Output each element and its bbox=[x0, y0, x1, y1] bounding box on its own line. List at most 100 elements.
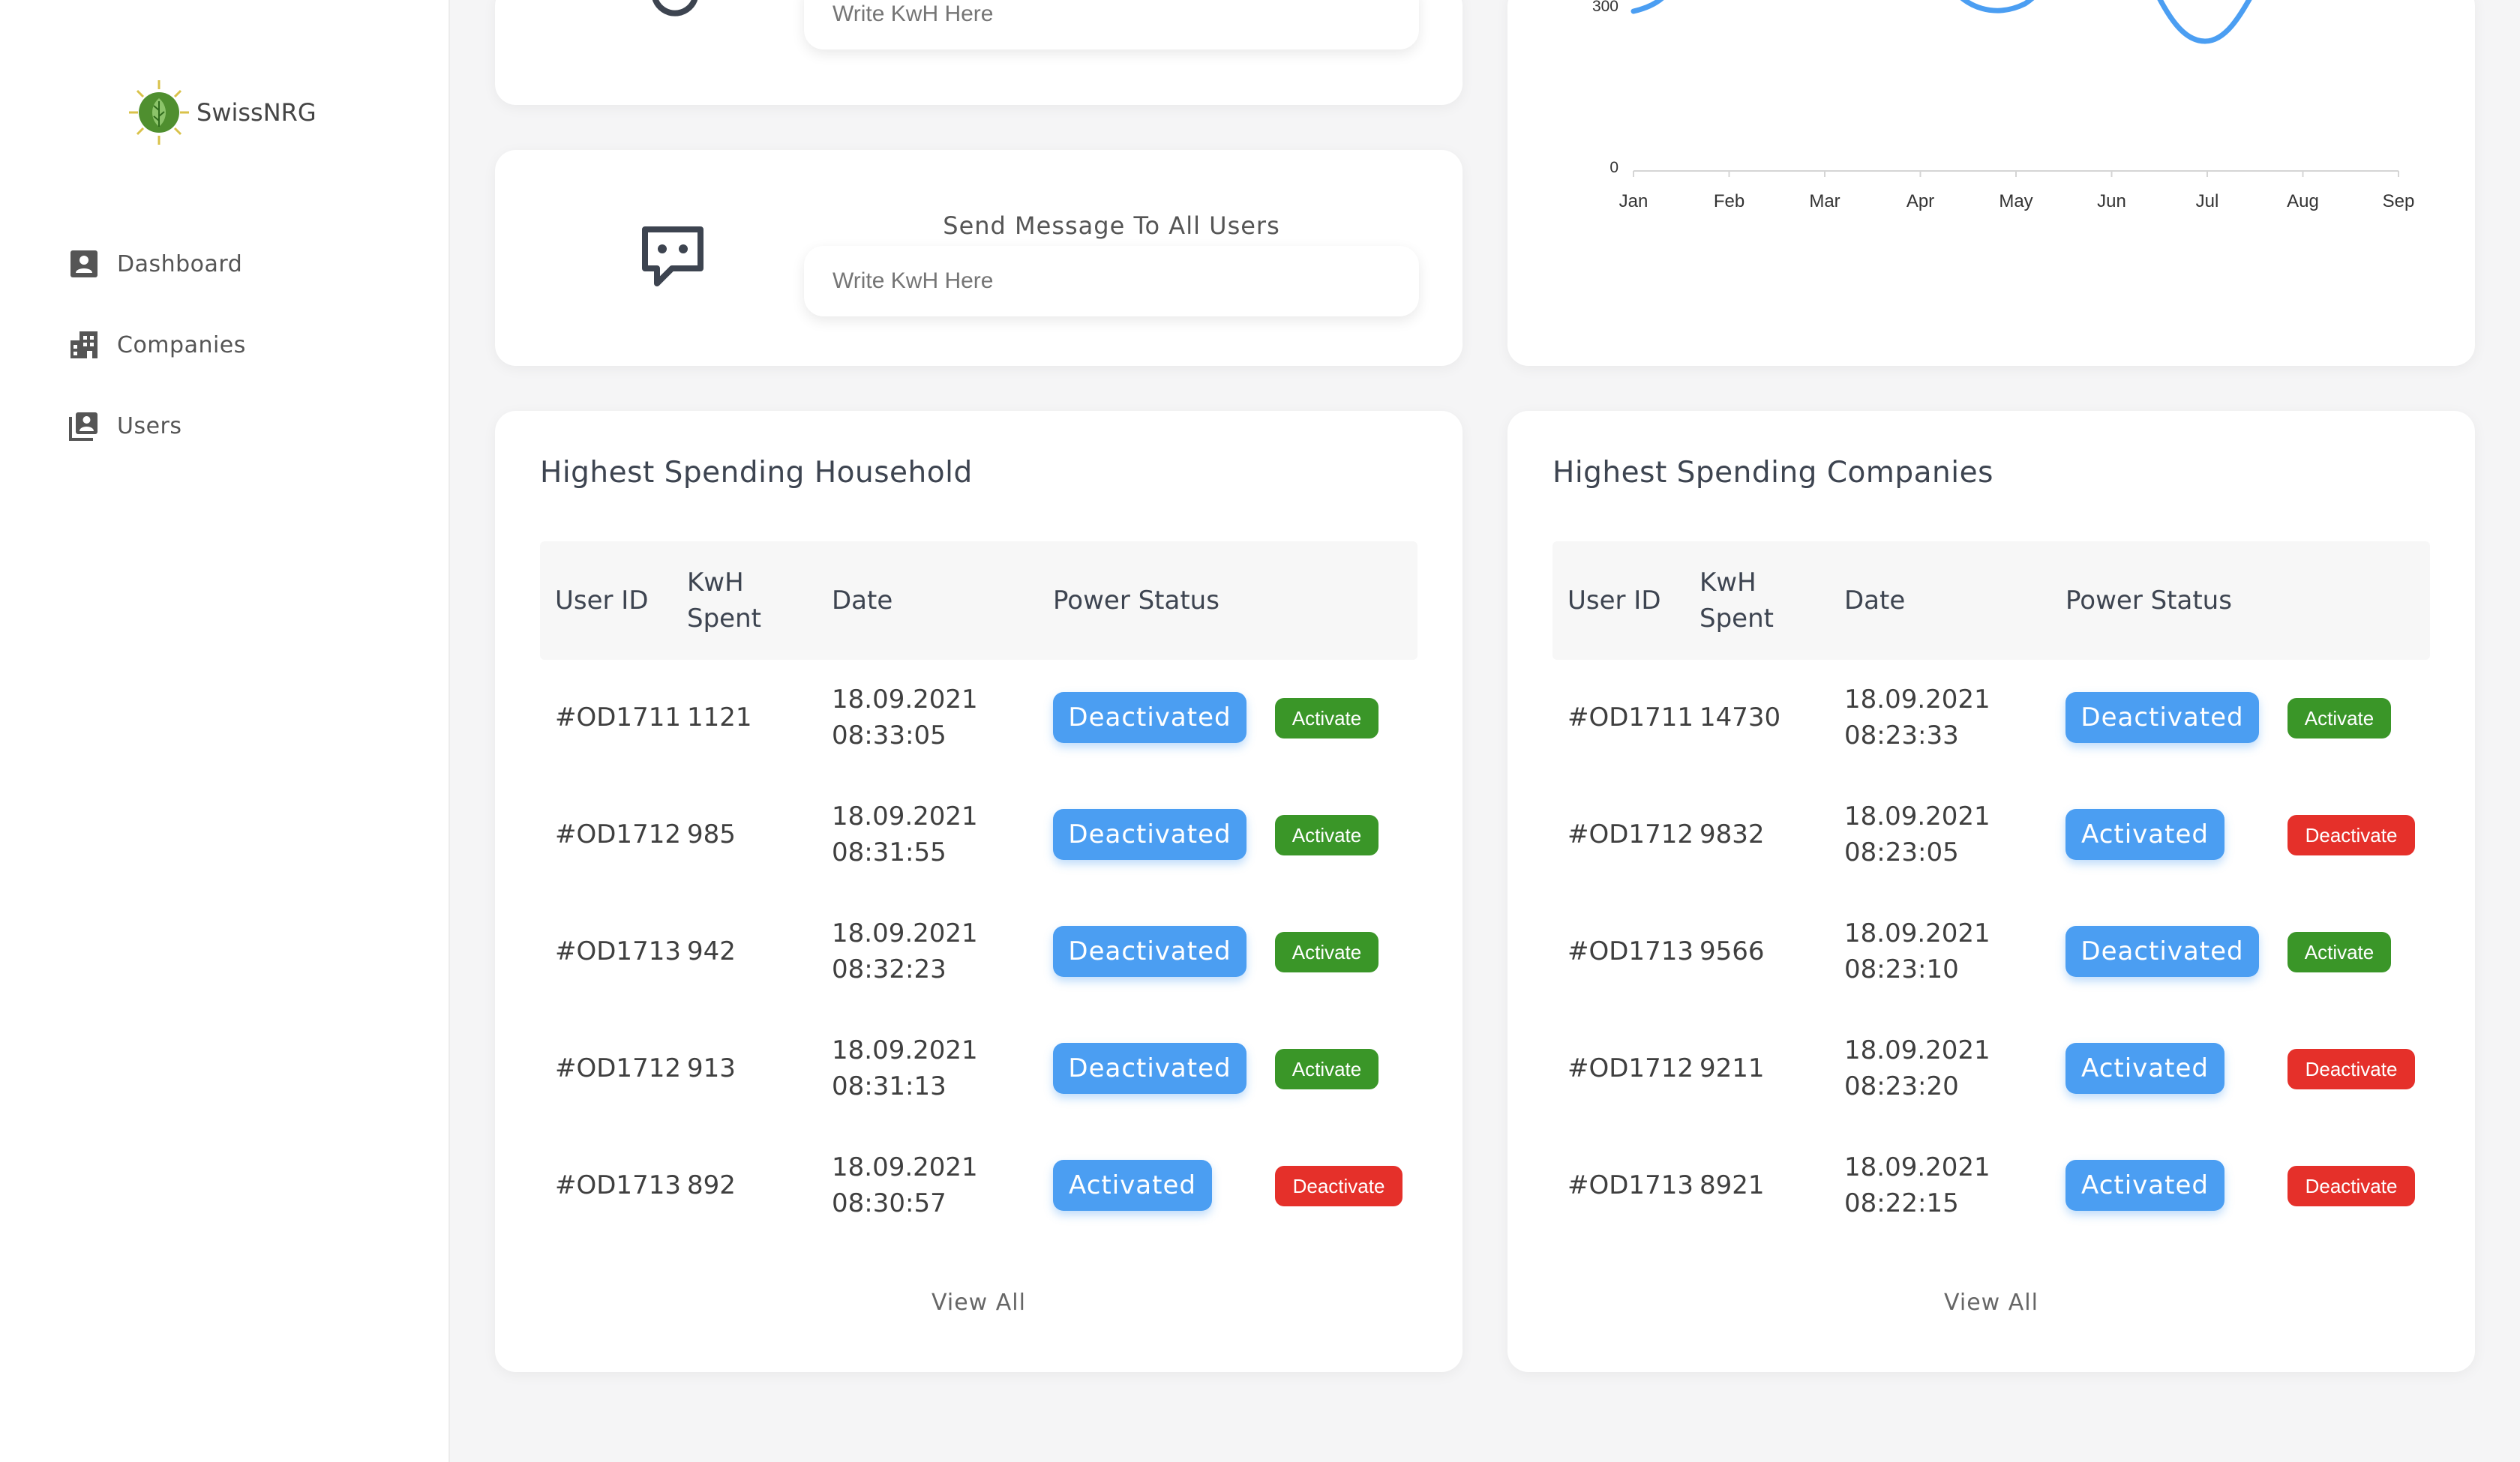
send-message-title: Send Message To All Users bbox=[943, 211, 1280, 240]
companies-view-all-link[interactable]: View All bbox=[1508, 1290, 2475, 1316]
cell-date: 18.09.2021 bbox=[1844, 1152, 1990, 1182]
x-tick-label: Feb bbox=[1714, 191, 1744, 211]
table-row: #OD1712 985 18.09.2021 08:31:55 Deactivated A… bbox=[540, 776, 1418, 893]
cell-time: 08:33:05 bbox=[832, 721, 946, 750]
cell-user-id: #OD1712 bbox=[1568, 819, 1694, 849]
y-tick-label: 300 bbox=[1592, 0, 1618, 15]
cell-time: 08:31:55 bbox=[832, 837, 946, 867]
household-table-title: Highest Spending Household bbox=[540, 456, 973, 490]
chat-bubble-icon bbox=[642, 226, 704, 286]
leaf-sun-icon bbox=[129, 80, 189, 145]
table-row: #OD1711 14730 18.09.2021 08:23:33 Deactivate… bbox=[1552, 659, 2430, 776]
header-kwh-spent: Spent bbox=[687, 604, 761, 634]
sidebar: SwissNRG Dashboard Companies Users bbox=[0, 0, 450, 1462]
header-kwh-spent: Spent bbox=[1700, 604, 1774, 634]
activate-button[interactable]: Activate bbox=[1275, 698, 1378, 738]
header-user-id: User ID bbox=[555, 586, 649, 616]
deactivate-button[interactable]: Deactivate bbox=[2288, 815, 2415, 855]
send-message-card: Send Message To All Users bbox=[495, 150, 1462, 366]
table-row: #OD1711 1121 18.09.2021 08:33:05 Deactivated… bbox=[540, 659, 1418, 776]
kwh-input[interactable] bbox=[804, 0, 1419, 49]
users-stack-icon bbox=[68, 409, 100, 442]
sidebar-item-companies[interactable]: Companies bbox=[68, 327, 246, 363]
activate-button[interactable]: Activate bbox=[2288, 932, 2391, 972]
brand-name: SwissNRG bbox=[196, 98, 316, 127]
cell-kwh: 9211 bbox=[1700, 1053, 1765, 1083]
building-icon bbox=[68, 328, 100, 361]
x-tick-label: Sep bbox=[2383, 191, 2415, 211]
cell-date: 18.09.2021 bbox=[832, 801, 978, 831]
cell-date: 18.09.2021 bbox=[832, 918, 978, 948]
cell-time: 08:30:57 bbox=[832, 1188, 946, 1218]
cell-kwh: 9832 bbox=[1700, 819, 1765, 849]
activate-button[interactable]: Activate bbox=[1275, 815, 1378, 855]
status-badge: Deactivated bbox=[1053, 1043, 1246, 1094]
cell-date: 18.09.2021 bbox=[1844, 1035, 1990, 1065]
sidebar-item-label: Users bbox=[117, 412, 182, 439]
cell-kwh: 9566 bbox=[1700, 936, 1765, 966]
cell-date: 18.09.2021 bbox=[832, 1152, 978, 1182]
cell-time: 08:22:15 bbox=[1844, 1188, 1959, 1218]
header-user-id: User ID bbox=[1568, 586, 1661, 616]
sidebar-item-label: Dashboard bbox=[117, 250, 243, 277]
x-tick-label: Aug bbox=[2287, 191, 2319, 211]
header-power-status: Power Status bbox=[1053, 586, 1220, 616]
x-tick-label: Jan bbox=[1619, 191, 1648, 211]
table-row: #OD1712 9832 18.09.2021 08:23:05 Activated De… bbox=[1552, 776, 2430, 893]
header-date: Date bbox=[1844, 586, 1906, 616]
header-kwh: KwH bbox=[1700, 568, 1756, 598]
sidebar-item-dashboard[interactable]: Dashboard bbox=[68, 246, 246, 282]
household-view-all-link[interactable]: View All bbox=[495, 1290, 1462, 1316]
cell-time: 08:23:05 bbox=[1844, 837, 1959, 867]
message-input[interactable] bbox=[804, 246, 1419, 316]
cell-user-id: #OD1712 bbox=[555, 1053, 681, 1083]
table-row: #OD1712 913 18.09.2021 08:31:13 Deactivated A… bbox=[540, 1010, 1418, 1127]
table-row: #OD1712 9211 18.09.2021 08:23:20 Activated De… bbox=[1552, 1010, 2430, 1127]
cell-user-id: #OD1712 bbox=[1568, 1053, 1694, 1083]
cell-date: 18.09.2021 bbox=[1844, 918, 1990, 948]
status-badge: Activated bbox=[2066, 809, 2224, 860]
brand-logo[interactable]: SwissNRG bbox=[128, 79, 316, 146]
activate-button[interactable]: Activate bbox=[1275, 932, 1378, 972]
status-badge: Deactivated bbox=[1053, 692, 1246, 743]
activate-button[interactable]: Activate bbox=[1275, 1049, 1378, 1089]
x-tick-label: Jul bbox=[2196, 191, 2219, 211]
companies-table-header: User ID KwH Spent Date Power Status bbox=[1552, 541, 2430, 660]
cell-date: 18.09.2021 bbox=[1844, 801, 1990, 831]
power-icon bbox=[652, 0, 698, 16]
cell-date: 18.09.2021 bbox=[1844, 685, 1990, 715]
cell-kwh: 942 bbox=[687, 936, 736, 966]
sidebar-item-label: Companies bbox=[117, 331, 246, 358]
cell-time: 08:32:23 bbox=[832, 954, 946, 984]
cell-user-id: #OD1713 bbox=[1568, 1170, 1694, 1200]
companies-table-card: Highest Spending Companies User ID KwH S… bbox=[1508, 411, 2475, 1372]
sidebar-nav: Dashboard Companies Users bbox=[68, 246, 246, 489]
cell-user-id: #OD1713 bbox=[1568, 936, 1694, 966]
deactivate-button[interactable]: Deactivate bbox=[2288, 1166, 2415, 1206]
deactivate-button[interactable]: Deactivate bbox=[1275, 1166, 1402, 1206]
x-tick-label: Jun bbox=[2097, 191, 2126, 211]
status-badge: Deactivated bbox=[2066, 926, 2259, 977]
cell-user-id: #OD1713 bbox=[555, 936, 681, 966]
cell-time: 08:31:13 bbox=[832, 1071, 946, 1101]
cell-time: 08:23:33 bbox=[1844, 721, 1959, 750]
sidebar-item-users[interactable]: Users bbox=[68, 408, 246, 444]
cell-date: 18.09.2021 bbox=[832, 1035, 978, 1065]
consumption-line-chart: Jan Feb Mar Apr May Jun Jul Aug Sep 300 0 bbox=[1592, 0, 2415, 211]
cell-date: 18.09.2021 bbox=[832, 685, 978, 715]
x-tick-label: Apr bbox=[1906, 191, 1934, 211]
cell-kwh: 1121 bbox=[687, 703, 752, 732]
status-badge: Activated bbox=[2066, 1043, 2224, 1094]
cell-user-id: #OD1712 bbox=[555, 819, 681, 849]
cell-kwh: 985 bbox=[687, 819, 736, 849]
x-tick-label: May bbox=[1999, 191, 2032, 211]
status-badge: Deactivated bbox=[1053, 809, 1246, 860]
table-row: #OD1713 8921 18.09.2021 08:22:15 Activated De… bbox=[1552, 1127, 2430, 1244]
cell-time: 08:23:20 bbox=[1844, 1071, 1959, 1101]
y-tick-label: 0 bbox=[1610, 159, 1618, 176]
consumption-chart-card: Jan Feb Mar Apr May Jun Jul Aug Sep 300 0 bbox=[1508, 0, 2475, 366]
activate-button[interactable]: Activate bbox=[2288, 698, 2391, 738]
header-date: Date bbox=[832, 586, 893, 616]
table-row: #OD1713 892 18.09.2021 08:30:57 Activated Dea… bbox=[540, 1127, 1418, 1244]
deactivate-button[interactable]: Deactivate bbox=[2288, 1049, 2415, 1089]
